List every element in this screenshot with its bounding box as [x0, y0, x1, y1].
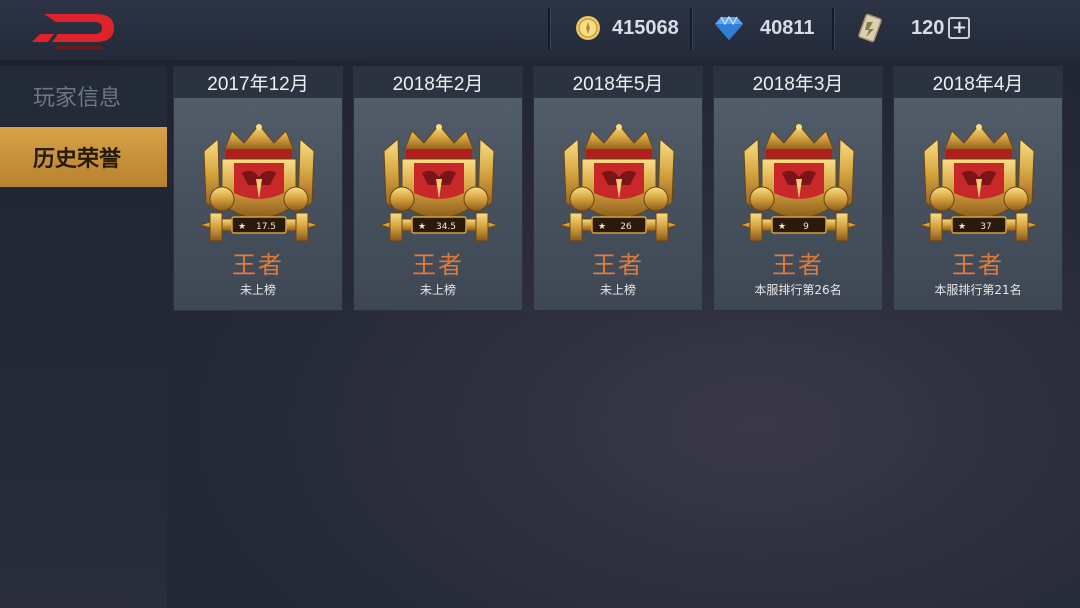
sidebar-item-player-info[interactable]: 玩家信息	[0, 66, 167, 126]
divider	[690, 8, 692, 50]
king-rank-badge-icon: ★ 9	[738, 124, 860, 242]
divider	[832, 8, 834, 50]
svg-text:★: ★	[598, 222, 606, 232]
rank-title: 王者	[232, 251, 284, 279]
season-label: 2018年5月	[534, 67, 702, 98]
king-rank-badge-icon: ★ 26	[558, 124, 680, 242]
season-label: 2018年4月	[894, 67, 1062, 98]
king-rank-badge-icon: ★ 34.5	[378, 124, 500, 242]
star-count: 34.5	[436, 222, 456, 232]
divider	[548, 8, 550, 50]
voucher-icon	[858, 13, 882, 43]
leaderboard-status: 未上榜	[239, 283, 276, 297]
back-button[interactable]	[26, 8, 122, 50]
star-count: 17.5	[256, 222, 276, 232]
top-bar: 415068 40811 120 +	[0, 0, 1080, 60]
rank-title: 王者	[772, 251, 824, 279]
star-count: 37	[980, 222, 991, 232]
svg-text:★: ★	[418, 222, 426, 232]
honor-card[interactable]: 2018年3月 ★ 9 王者本服排行第26名	[713, 66, 883, 311]
voucher-resource: 120 +	[856, 6, 971, 50]
season-label: 2018年2月	[354, 67, 522, 98]
king-rank-badge-icon: ★ 37	[918, 124, 1040, 242]
svg-text:★: ★	[238, 222, 246, 232]
voucher-value: 120	[911, 16, 945, 39]
season-label: 2017年12月	[174, 67, 342, 98]
honor-card[interactable]: 2018年4月 ★ 37 王者本服排行第21名	[893, 66, 1063, 311]
king-rank-badge-icon: ★ 17.5	[198, 124, 320, 242]
diamond-resource: 40811	[714, 6, 815, 50]
leaderboard-status: 本服排行第26名	[754, 283, 842, 297]
svg-text:★: ★	[958, 222, 966, 232]
leaderboard-status: 未上榜	[599, 283, 636, 297]
rank-title: 王者	[592, 251, 644, 279]
leaderboard-status: 未上榜	[419, 283, 456, 297]
sidebar-item-history-honors[interactable]: 历史荣誉	[0, 127, 167, 187]
honor-card[interactable]: 2018年5月 ★ 26 王者未上榜	[533, 66, 703, 311]
diamond-value: 40811	[760, 16, 815, 39]
sidebar: 玩家信息 历史荣誉	[0, 66, 167, 608]
diamond-icon	[715, 15, 743, 40]
star-count: 9	[803, 222, 809, 232]
leaderboard-status: 本服排行第21名	[934, 283, 1022, 297]
rank-title: 王者	[412, 251, 464, 279]
season-label: 2018年3月	[714, 67, 882, 98]
back-arrow-icon	[32, 14, 114, 49]
rank-title: 王者	[952, 251, 1004, 279]
add-voucher-button[interactable]: +	[948, 17, 971, 39]
star-count: 26	[620, 222, 632, 232]
honor-card[interactable]: 2018年2月 ★ 34.5 王者未上榜	[353, 66, 523, 311]
honor-card[interactable]: 2017年12月 ★ 17.5 王者未上榜	[173, 66, 343, 311]
sidebar-item-label: 玩家信息	[33, 86, 122, 111]
gold-coin-icon	[576, 16, 600, 40]
sidebar-item-label: 历史荣誉	[33, 147, 122, 172]
gold-value: 415068	[612, 16, 679, 39]
svg-text:★: ★	[778, 222, 786, 232]
gold-resource: 415068	[574, 6, 679, 50]
